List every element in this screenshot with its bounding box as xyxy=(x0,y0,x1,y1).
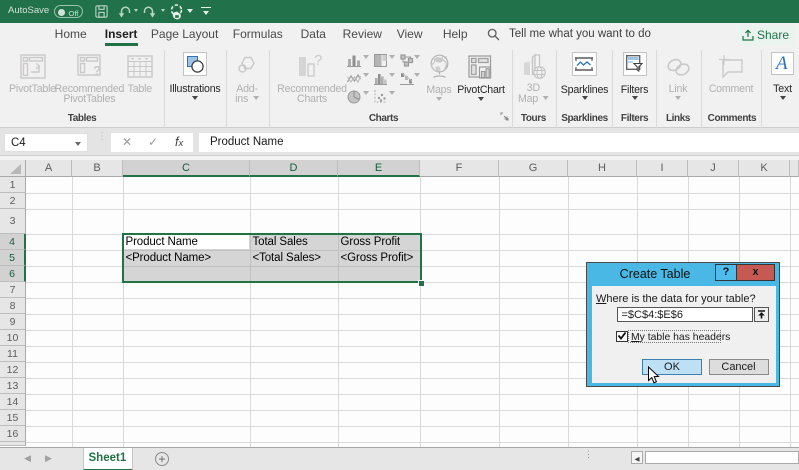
svg-text:?: ? xyxy=(314,53,322,69)
svg-text:?: ? xyxy=(93,63,101,78)
